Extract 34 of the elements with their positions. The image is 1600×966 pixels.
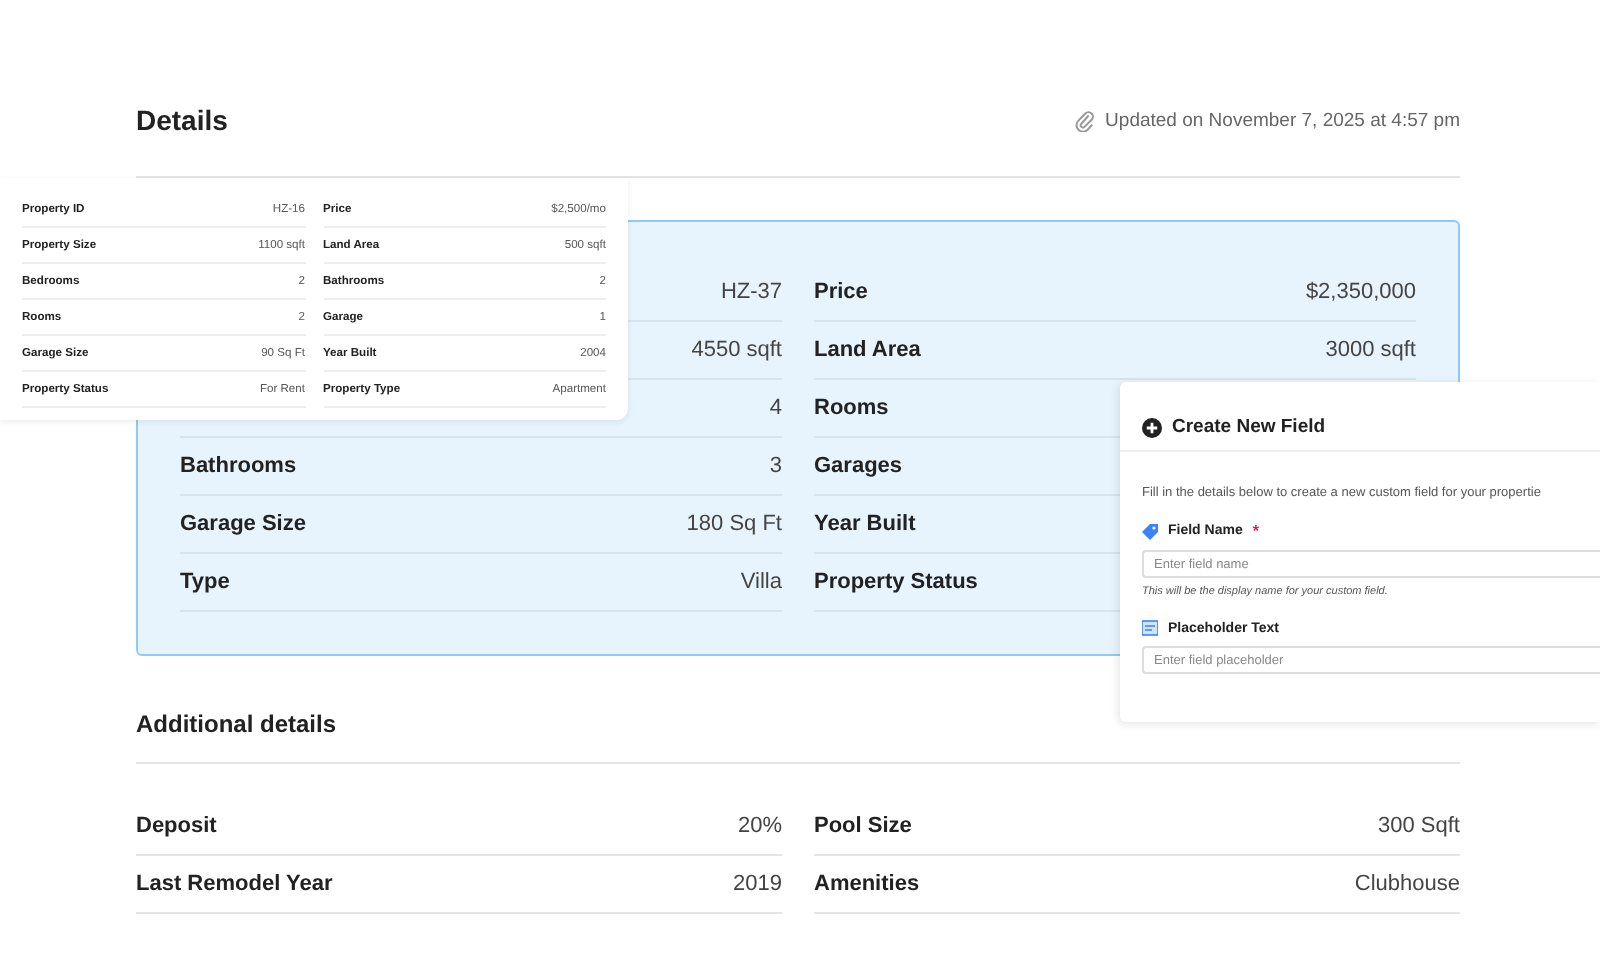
- text-lines-icon: [1142, 620, 1158, 636]
- field-label: Rooms: [814, 396, 889, 420]
- section-title: Additional details: [136, 710, 339, 738]
- field-label: Property Status: [814, 570, 978, 594]
- field-value: 180 Sq Ft: [686, 512, 782, 536]
- field-label: Land Area: [814, 338, 921, 362]
- panel-title: Create New Field: [1172, 416, 1326, 438]
- field-label: Amenities: [814, 872, 920, 896]
- required-asterisk: *: [1252, 522, 1259, 540]
- field-value: 300 Sqft: [1378, 814, 1460, 838]
- field-value: Villa: [740, 570, 782, 594]
- section-title: Details: [136, 104, 228, 136]
- field-value: Clubhouse: [1354, 872, 1460, 896]
- field-value: $2,350,000: [1305, 280, 1416, 304]
- field-label: Type: [180, 570, 230, 594]
- field-value: 3000 sqft: [1325, 338, 1416, 362]
- field-value: 20%: [737, 814, 782, 838]
- field-label: Bathrooms: [180, 454, 297, 478]
- field-value: 3: [769, 454, 782, 478]
- field-value: 2019: [733, 872, 782, 896]
- field-label: Garages: [814, 454, 903, 478]
- field-label: Year Built: [814, 512, 916, 536]
- field-value: 4550 sqft: [691, 338, 782, 362]
- plus-circle-icon: [1142, 417, 1162, 437]
- field-label: Deposit: [136, 814, 217, 838]
- field-label: Price: [814, 280, 868, 304]
- tag-icon: [1142, 523, 1158, 539]
- paperclip-icon: [1073, 109, 1096, 131]
- field-label: Last Remodel Year: [136, 872, 333, 896]
- field-value: HZ-37: [720, 280, 782, 304]
- updated-timestamp: Updated on November 7, 2025 at 4:57 pm: [1105, 109, 1460, 131]
- field-value: 4: [769, 396, 782, 420]
- field-label: Pool Size: [814, 814, 912, 838]
- field-label: Garage Size: [180, 512, 306, 536]
